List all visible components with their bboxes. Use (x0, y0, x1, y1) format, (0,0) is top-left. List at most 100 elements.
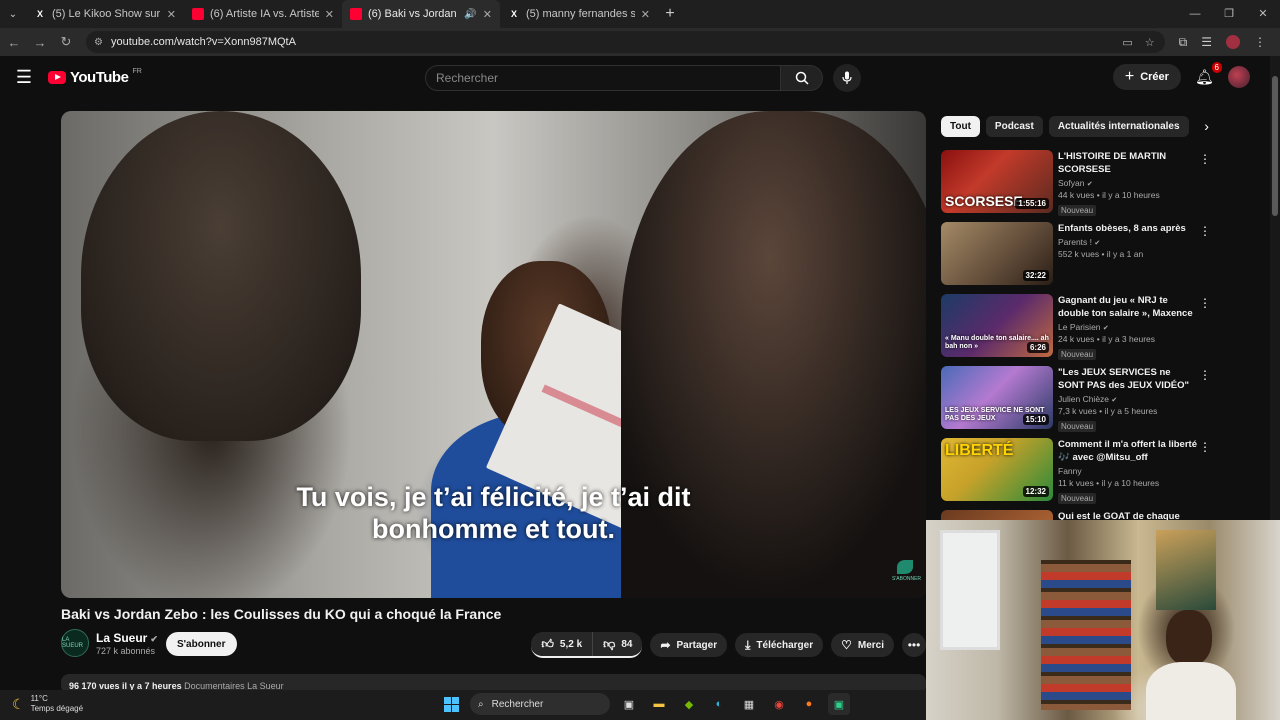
video-title-link[interactable]: L'HISTOIRE DE MARTIN SCORSESE (1058, 150, 1198, 176)
chevron-right-icon[interactable]: › (1195, 116, 1219, 137)
microsoft-store-icon[interactable]: ▦ (738, 693, 760, 715)
minimize-icon[interactable]: — (1178, 0, 1212, 28)
search-input[interactable]: Rechercher (425, 65, 781, 91)
video-title-link[interactable]: Enfants obèses, 8 ans après (1058, 222, 1198, 235)
account-avatar[interactable] (1228, 66, 1250, 88)
subscribe-button[interactable]: S'abonner (166, 632, 237, 656)
recommended-video[interactable]: LIBERTÉ 12:32 Comment il m'a offert la l… (941, 438, 1221, 510)
channel-name-text: Sofyan (1058, 178, 1085, 188)
extensions-icon[interactable]: ⧉ (1179, 35, 1188, 50)
task-view-icon[interactable]: ▣ (618, 693, 640, 715)
video-subtitles: Tu vois, je t’ai félicité, je t’ai dit b… (61, 481, 926, 545)
close-icon[interactable]: ✕ (167, 8, 176, 21)
video-thumbnail[interactable]: 32:22 (941, 222, 1053, 285)
share-button[interactable]: ➦ Partager (650, 633, 728, 657)
create-button[interactable]: + Créer (1112, 64, 1181, 90)
video-title: Baki vs Jordan Zebo : les Coulisses du K… (61, 606, 502, 622)
video-thumbnail[interactable]: LIBERTÉ 12:32 (941, 438, 1053, 501)
new-tab-button[interactable]: + (658, 5, 682, 23)
forward-icon[interactable]: → (28, 35, 52, 50)
more-vertical-icon[interactable]: ⋮ (1199, 440, 1211, 454)
file-explorer-icon[interactable]: ▬ (648, 693, 670, 715)
channel-name-text: La Sueur (96, 631, 148, 645)
new-badge: Nouveau (1058, 205, 1097, 216)
search-button[interactable] (781, 65, 823, 91)
video-title-link[interactable]: Gagnant du jeu « NRJ te double ton salai… (1058, 294, 1198, 320)
browser-tab[interactable]: X (5) Le Kikoo Show sur X : "Une ✕ (26, 0, 184, 28)
recommended-video[interactable]: 32:22 Enfants obèses, 8 ans après Parent… (941, 222, 1221, 294)
browser-tab[interactable]: (6) Artiste IA vs. Artiste classique ✕ (184, 0, 342, 28)
restore-icon[interactable]: ❐ (1212, 0, 1246, 28)
scrollbar-thumb[interactable] (1272, 76, 1278, 216)
search-placeholder: Rechercher (436, 71, 499, 85)
firefox-icon[interactable]: ● (798, 693, 820, 715)
video-meta: 24 k vues • il y a 3 heures (1058, 334, 1155, 344)
thanks-button[interactable]: ♡ Merci (831, 633, 894, 657)
video-title-link[interactable]: "Les JEUX SERVICES ne SONT PAS des JEUX … (1058, 366, 1198, 392)
cast-icon[interactable]: ▭ (1122, 36, 1132, 49)
voice-search-button[interactable] (833, 64, 861, 92)
menu-icon[interactable]: ☰ (0, 67, 48, 88)
taskbar-search[interactable]: ⌕ Rechercher (470, 693, 610, 715)
channel-name-text: Parents ! (1058, 237, 1093, 247)
close-icon[interactable]: ✕ (483, 8, 492, 21)
video-duration: 12:32 (1022, 486, 1049, 497)
app-icon[interactable]: ▣ (828, 693, 850, 715)
channel-name[interactable]: Sofyan ✔ (1058, 178, 1198, 188)
profile-avatar-icon[interactable] (1226, 34, 1240, 49)
video-title-link[interactable]: Comment il m'a offert la liberté 🎶 avec … (1058, 438, 1198, 464)
chrome-icon[interactable]: ◉ (768, 693, 790, 715)
download-button[interactable]: ⤓ Télécharger (735, 633, 824, 657)
webcam-window (940, 530, 1000, 650)
chip-all[interactable]: Tout (941, 116, 980, 137)
site-info-icon[interactable]: ⚙ (94, 37, 103, 48)
reload-icon[interactable]: ↻ (54, 34, 78, 50)
weather-widget[interactable]: ☾ 11°C Temps dégagé (12, 694, 83, 714)
reading-list-icon[interactable]: ☰ (1201, 35, 1212, 50)
notifications-button[interactable]: 🔔︎ 6 (1195, 62, 1222, 86)
edge-icon[interactable]: ◐ (708, 693, 730, 715)
back-icon[interactable]: ← (2, 35, 26, 50)
close-icon[interactable]: ✕ (325, 8, 334, 21)
url-field[interactable]: ⚙ youtube.com/watch?v=Xonn987MQtA ▭ ☆ (86, 31, 1165, 53)
close-icon[interactable]: ✕ (641, 8, 650, 21)
subscribe-watermark[interactable]: S'ABONNER (892, 560, 921, 582)
more-actions-button[interactable]: ••• (902, 633, 926, 657)
webcam-bookshelf (1041, 560, 1131, 710)
video-player[interactable]: Tu vois, je t’ai félicité, je t’ai dit b… (61, 111, 926, 598)
channel-name[interactable]: Fanny (1058, 466, 1198, 476)
tab-title: (6) Artiste IA vs. Artiste classique (210, 8, 319, 20)
browser-tab[interactable]: X (5) manny fernandes sur X : "L ✕ (500, 0, 658, 28)
channel-name[interactable]: La Sueur ✔ (96, 631, 158, 645)
country-code: FR (132, 67, 142, 75)
browser-menu-icon[interactable]: ⋮ (1254, 35, 1266, 50)
recommended-video[interactable]: « Manu double ton salaire.... ah bah non… (941, 294, 1221, 366)
channel-avatar[interactable]: LA SUEUR (61, 629, 89, 657)
chip-world-news[interactable]: Actualités internationales (1048, 116, 1189, 137)
chip-podcast[interactable]: Podcast (985, 116, 1043, 137)
like-button[interactable]: 👍︎ 5,2 k (531, 632, 594, 656)
browser-tab-active[interactable]: (6) Baki vs Jordan Zebo : les 🔊 ✕ (342, 0, 500, 28)
channel-name[interactable]: Le Parisien ✔ (1058, 322, 1198, 332)
tab-list-button[interactable]: ⌄ (0, 0, 26, 28)
speaker-icon[interactable]: 🔊 (464, 9, 476, 20)
video-thumbnail[interactable]: LES JEUX SERVICE NE SONT PAS DES JEUX 15… (941, 366, 1053, 429)
dislike-button[interactable]: 👎︎ 84 (593, 632, 643, 656)
nvidia-icon[interactable]: ◆ (678, 693, 700, 715)
more-vertical-icon[interactable]: ⋮ (1199, 224, 1211, 238)
video-thumbnail[interactable]: « Manu double ton salaire.... ah bah non… (941, 294, 1053, 357)
more-vertical-icon[interactable]: ⋮ (1199, 368, 1211, 382)
channel-name[interactable]: Julien Chièze ✔ (1058, 394, 1198, 404)
recommended-video[interactable]: LES JEUX SERVICE NE SONT PAS DES JEUX 15… (941, 366, 1221, 438)
more-vertical-icon[interactable]: ⋮ (1199, 296, 1211, 310)
channel-name[interactable]: Parents ! ✔ (1058, 237, 1198, 247)
close-window-icon[interactable]: ✕ (1246, 0, 1280, 28)
youtube-logo[interactable]: YouTube FR (48, 67, 142, 86)
more-vertical-icon[interactable]: ⋮ (1199, 152, 1211, 166)
start-button[interactable] (440, 693, 462, 715)
streamer-head (1166, 610, 1212, 666)
recommended-video[interactable]: SCORSESE 1:55:16 L'HISTOIRE DE MARTIN SC… (941, 150, 1221, 222)
bookmark-star-icon[interactable]: ☆ (1145, 36, 1155, 49)
page-scrollbar[interactable] (1270, 56, 1280, 520)
video-thumbnail[interactable]: SCORSESE 1:55:16 (941, 150, 1053, 213)
